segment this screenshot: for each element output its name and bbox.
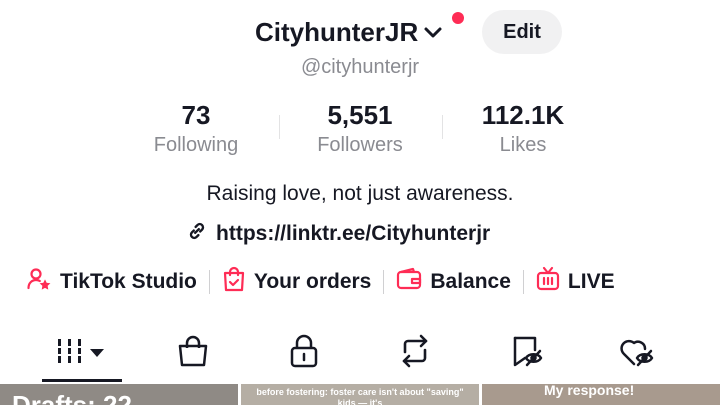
shopping-bag-check-icon <box>222 266 254 298</box>
stat-label: Followers <box>317 134 403 156</box>
shopping-bag-icon <box>176 334 210 373</box>
profile-tabs <box>0 330 720 382</box>
bookmark-hidden-icon <box>509 334 545 373</box>
stat-label: Likes <box>499 134 547 156</box>
video-caption: before fostering: foster care isn't abou… <box>256 387 464 405</box>
video-thumbnail[interactable]: before fostering: foster care isn't abou… <box>241 384 479 405</box>
your-orders-label: Your orders <box>253 270 372 293</box>
repost-icon <box>397 334 433 373</box>
drafts-label: Drafts: 22 <box>12 390 132 405</box>
user-star-icon <box>26 266 60 298</box>
profile-bio: Raising love, not just awareness. <box>206 182 514 205</box>
stat-divider <box>442 115 443 139</box>
stat-likes[interactable]: 112.1K Likes <box>448 98 598 158</box>
tab-liked[interactable] <box>598 330 678 376</box>
stat-value: 73 <box>181 100 211 130</box>
heart-hidden-icon <box>619 334 657 373</box>
balance-label: Balance <box>430 270 511 293</box>
video-caption: My response! <box>544 384 635 398</box>
username: CityhunterJR <box>255 16 419 47</box>
wallet-icon <box>396 267 430 297</box>
chevron-down-icon[interactable] <box>422 21 444 43</box>
video-grid: Drafts: 22 before fostering: foster care… <box>0 384 720 405</box>
tab-videos[interactable] <box>42 330 122 376</box>
tab-reposts[interactable] <box>375 330 455 376</box>
stat-label: Following <box>153 134 239 156</box>
user-handle: @cityhunterjr <box>300 56 420 78</box>
stat-value: 112.1K <box>481 100 565 130</box>
notification-dot <box>452 12 464 24</box>
tab-shop[interactable] <box>153 330 233 376</box>
stat-value: 5,551 <box>327 100 393 130</box>
link-icon <box>186 220 216 248</box>
video-thumbnail-drafts[interactable]: Drafts: 22 <box>0 384 238 405</box>
divider <box>208 270 210 294</box>
live-button[interactable]: LIVE <box>536 266 615 298</box>
username-row[interactable]: CityhunterJR <box>255 14 444 50</box>
quick-links: TikTok Studio Your orders Balance LIVE <box>26 266 615 298</box>
tiktok-studio-label: TikTok Studio <box>60 270 197 293</box>
divider <box>383 270 385 294</box>
lock-icon <box>288 334 320 373</box>
stat-divider <box>279 115 280 139</box>
your-orders-button[interactable]: Your orders <box>222 266 371 298</box>
profile-link[interactable]: https://linktr.ee/Cityhunterjr <box>186 220 490 248</box>
live-tv-icon <box>536 266 568 298</box>
divider <box>522 270 524 294</box>
tab-favorites[interactable] <box>487 330 567 376</box>
tiktok-studio-button[interactable]: TikTok Studio <box>26 266 197 298</box>
grid-bars-icon <box>54 336 110 371</box>
video-thumbnail[interactable]: My response! <box>482 384 720 405</box>
balance-button[interactable]: Balance <box>396 267 511 297</box>
tab-private[interactable] <box>264 330 344 376</box>
stat-followers[interactable]: 5,551 Followers <box>285 98 435 158</box>
profile-link-text: https://linktr.ee/Cityhunterjr <box>216 222 491 245</box>
live-label: LIVE <box>567 270 615 293</box>
active-tab-indicator <box>42 379 122 382</box>
stat-following[interactable]: 73 Following <box>121 98 271 158</box>
edit-profile-button[interactable]: Edit <box>482 10 562 54</box>
